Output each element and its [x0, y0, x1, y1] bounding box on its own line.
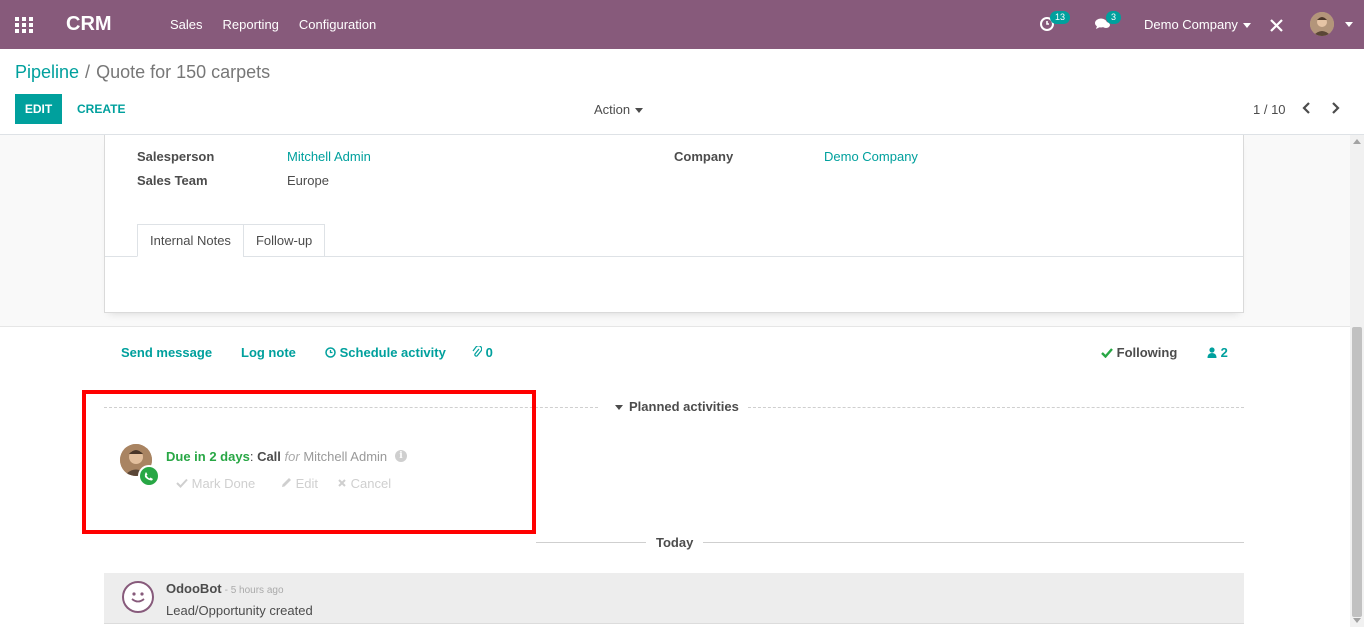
company-name: Demo Company [1144, 17, 1238, 32]
message-author[interactable]: OdooBot [166, 581, 222, 596]
chatter-message: OdooBot - 5 hours ago Lead/Opportunity cr… [104, 573, 1244, 623]
page-scrollbar[interactable] [1350, 135, 1364, 627]
attachments-button[interactable]: 0 [472, 345, 493, 360]
salesperson-label: Salesperson [137, 149, 215, 164]
breadcrumb-separator: / [85, 62, 91, 82]
activity-count-badge: 13 [1050, 11, 1071, 24]
breadcrumb-current: Quote for 150 carpets [96, 62, 271, 82]
company-label: Company [674, 149, 734, 164]
today-divider-right [703, 542, 1244, 543]
schedule-activity-button[interactable]: Schedule activity [325, 345, 446, 360]
menu-sales[interactable]: Sales [170, 17, 203, 32]
activity-systray[interactable]: 13 [1040, 11, 1071, 34]
create-button[interactable]: CREATE [77, 102, 125, 116]
main-menu: Sales Reporting Configuration [170, 17, 376, 32]
edit-button[interactable]: EDIT [15, 94, 62, 124]
breadcrumb-pipeline[interactable]: Pipeline [15, 62, 79, 82]
breadcrumb: Pipeline / Quote for 150 carpets [15, 62, 270, 83]
user-avatar[interactable] [1310, 12, 1334, 36]
planned-activities-title: Planned activities [629, 399, 739, 414]
scroll-thumb[interactable] [1352, 327, 1362, 617]
scroll-down-arrow-icon[interactable] [1353, 618, 1361, 623]
following-button[interactable]: Following [1101, 345, 1177, 360]
message-divider [104, 623, 1244, 624]
followers-count: 2 [1220, 345, 1228, 360]
menu-configuration[interactable]: Configuration [299, 17, 376, 32]
company-value[interactable]: Demo Company [824, 149, 918, 164]
attachments-count: 0 [485, 345, 493, 360]
form-sheet: Salesperson Mitchell Admin Sales Team Eu… [104, 135, 1244, 313]
debug-tools-icon[interactable] [1270, 19, 1283, 32]
tab-follow-up[interactable]: Follow-up [242, 224, 326, 257]
pager-next-icon[interactable] [1329, 101, 1341, 115]
clock-icon [325, 347, 336, 358]
apps-menu-icon[interactable] [15, 17, 33, 33]
menu-reporting[interactable]: Reporting [223, 17, 279, 32]
schedule-activity-label: Schedule activity [339, 345, 446, 360]
today-label: Today [656, 535, 694, 550]
today-divider-left [536, 542, 646, 543]
user-icon [1207, 347, 1217, 358]
action-dropdown[interactable]: Action [594, 102, 644, 117]
caret-down-icon [615, 405, 623, 411]
planned-activities-toggle[interactable]: Planned activities [615, 399, 739, 414]
tab-internal-notes[interactable]: Internal Notes [137, 224, 244, 257]
message-body: Lead/Opportunity created [166, 603, 313, 618]
pager-previous-icon[interactable] [1301, 101, 1313, 115]
following-label: Following [1116, 345, 1178, 360]
log-note-button[interactable]: Log note [241, 345, 296, 360]
notebook-tabs: Internal Notes Follow-up [137, 224, 326, 257]
send-message-button[interactable]: Send message [121, 345, 212, 360]
paperclip-icon [472, 345, 483, 357]
app-brand[interactable]: CRM [66, 13, 112, 36]
salesperson-value[interactable]: Mitchell Admin [287, 149, 371, 164]
user-menu-caret-icon[interactable] [1345, 22, 1353, 27]
followers-button[interactable]: 2 [1207, 345, 1228, 360]
pager-value[interactable]: 1 / 10 [1253, 102, 1286, 117]
message-date: - 5 hours ago [224, 585, 284, 596]
message-count-badge: 3 [1106, 11, 1122, 24]
messaging-systray[interactable]: 3 [1094, 11, 1122, 34]
smiley-icon [131, 592, 145, 603]
action-label: Action [594, 102, 631, 117]
highlight-annotation [82, 390, 536, 534]
message-header: OdooBot - 5 hours ago [166, 581, 284, 596]
caret-down-icon [1242, 23, 1251, 29]
caret-down-icon [635, 108, 644, 114]
chatter-divider [0, 326, 1350, 327]
control-panel: Pipeline / Quote for 150 carpets EDIT CREA… [0, 49, 1364, 135]
scroll-up-arrow-icon[interactable] [1353, 139, 1361, 144]
sales-team-value: Europe [287, 173, 329, 188]
top-navbar: CRM Sales Reporting Configuration 13 3 D… [0, 0, 1364, 49]
check-icon [1101, 348, 1113, 359]
planned-divider-right [748, 407, 1244, 408]
sales-team-label: Sales Team [137, 173, 208, 188]
odoobot-avatar [122, 581, 154, 613]
company-switcher[interactable]: Demo Company [1144, 17, 1251, 32]
user-avatar-image [1310, 12, 1334, 36]
